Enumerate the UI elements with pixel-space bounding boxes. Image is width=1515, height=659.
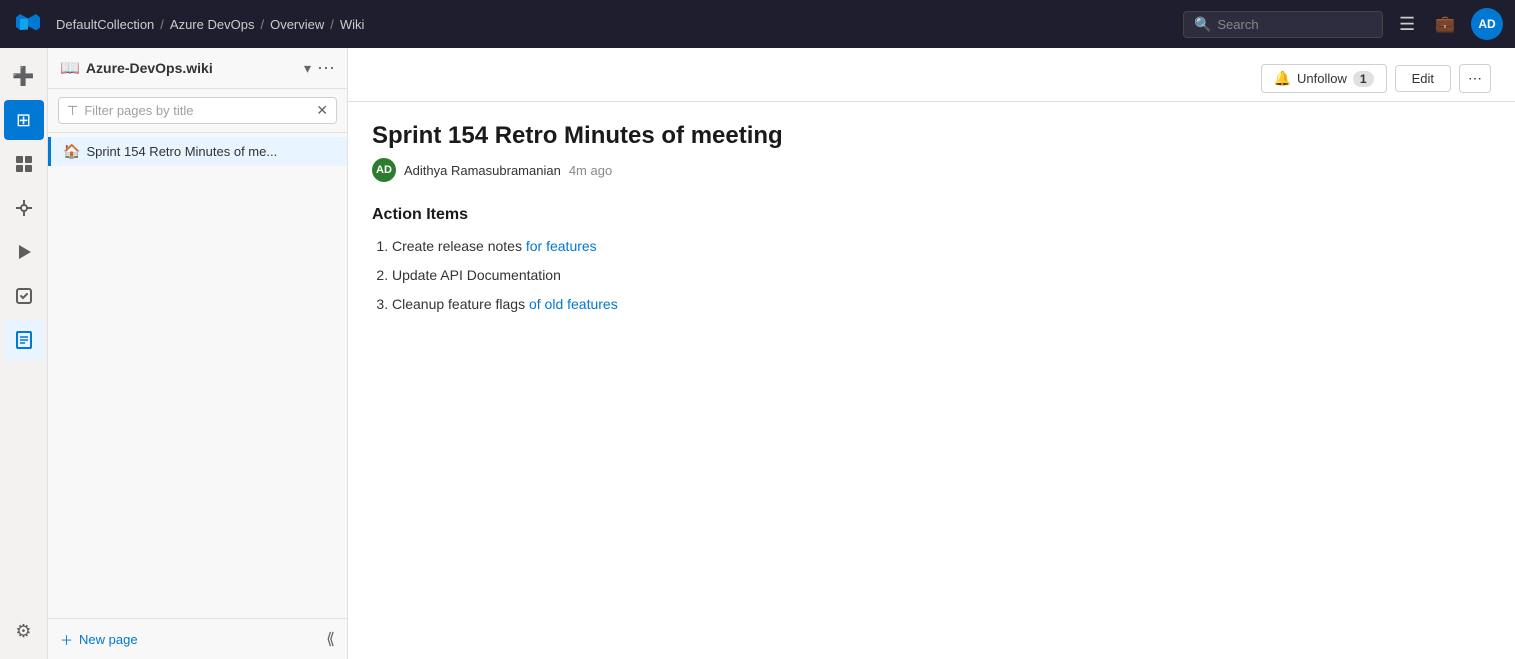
logo[interactable]	[12, 8, 44, 40]
wiki-icon: 📖	[60, 58, 80, 78]
content-header-right: 🔔 Unfollow 1 Edit ⋯	[1261, 64, 1491, 93]
edit-button[interactable]: Edit	[1395, 65, 1451, 92]
filter-icon: ⊤	[67, 103, 78, 119]
page-meta: AD Adithya Ramasubramanian 4m ago	[372, 158, 1491, 182]
breadcrumb-defaultcollection[interactable]: DefaultCollection	[56, 17, 154, 32]
sidebar-more-icon[interactable]: ⋯	[317, 59, 335, 77]
activity-item-wiki[interactable]	[4, 320, 44, 360]
search-icon: 🔍	[1194, 16, 1211, 33]
tree-item-sprint154[interactable]: 🏠 Sprint 154 Retro Minutes of me...	[48, 137, 347, 166]
list-icon[interactable]: ☰	[1395, 10, 1419, 39]
page-title: Sprint 154 Retro Minutes of meeting	[372, 122, 1491, 150]
breadcrumb-sep-2: /	[260, 17, 264, 32]
unfollow-label: Unfollow	[1297, 71, 1347, 86]
action-item-3-link[interactable]: of old features	[529, 296, 618, 312]
activity-item-testplans[interactable]	[4, 276, 44, 316]
action-list: Create release notes for features Update…	[372, 236, 1491, 315]
sidebar-header: 📖 Azure-DevOps.wiki ▾ ⋯	[48, 48, 347, 89]
wiki-chevron-icon[interactable]: ▾	[304, 60, 311, 77]
action-item-1-link[interactable]: for features	[526, 238, 597, 254]
wiki-title: Azure-DevOps.wiki	[86, 60, 298, 76]
unfollow-button[interactable]: 🔔 Unfollow 1	[1261, 64, 1387, 93]
home-icon: 🏠	[63, 143, 80, 160]
breadcrumb-wiki[interactable]: Wiki	[340, 17, 365, 32]
new-page-button[interactable]: ＋ New page	[60, 630, 138, 649]
action-item-2: Update API Documentation	[392, 265, 1491, 286]
activity-item-add[interactable]: ➕	[4, 56, 44, 96]
action-item-1: Create release notes for features	[392, 236, 1491, 257]
filter-input-wrap[interactable]: ⊤ ✕	[58, 97, 337, 124]
follow-count-badge: 1	[1353, 71, 1374, 87]
activity-item-boards[interactable]	[4, 144, 44, 184]
activity-bar: ➕ ⊞ ⚙	[0, 48, 48, 659]
sidebar-filter: ⊤ ✕	[48, 89, 347, 133]
search-input[interactable]	[1217, 17, 1372, 32]
activity-item-repos[interactable]	[4, 188, 44, 228]
time-ago: 4m ago	[569, 163, 612, 178]
sidebar: 📖 Azure-DevOps.wiki ▾ ⋯ ⊤ ✕ 🏠 Sprint 154…	[48, 48, 348, 659]
tree-item-label: Sprint 154 Retro Minutes of me...	[86, 144, 277, 159]
user-avatar[interactable]: AD	[1471, 8, 1503, 40]
bell-icon: 🔔	[1274, 70, 1291, 87]
breadcrumb: DefaultCollection / Azure DevOps / Overv…	[56, 17, 1183, 32]
content-area: 🔔 Unfollow 1 Edit ⋯ Sprint 154 Retro Min…	[348, 48, 1515, 659]
section-heading: Action Items	[372, 206, 1491, 224]
sidebar-tree: 🏠 Sprint 154 Retro Minutes of me...	[48, 133, 347, 618]
search-box[interactable]: 🔍	[1183, 11, 1383, 38]
briefcase-icon[interactable]: 💼	[1431, 10, 1459, 38]
breadcrumb-sep-3: /	[330, 17, 334, 32]
content-body: Sprint 154 Retro Minutes of meeting AD A…	[348, 102, 1515, 343]
sidebar-collapse-icon[interactable]: ⟪	[326, 629, 335, 649]
activity-item-overview[interactable]: ⊞	[4, 100, 44, 140]
filter-input[interactable]	[84, 103, 310, 118]
author-avatar: AD	[372, 158, 396, 182]
breadcrumb-sep-1: /	[160, 17, 164, 32]
sidebar-footer: ＋ New page ⟪	[48, 618, 347, 659]
breadcrumb-overview[interactable]: Overview	[270, 17, 324, 32]
activity-item-pipelines[interactable]	[4, 232, 44, 272]
activity-item-settings[interactable]: ⚙	[4, 611, 44, 651]
main-layout: ➕ ⊞ ⚙ 📖 Azure-DevOps.wiki ▾ ⋯ ⊤	[0, 48, 1515, 659]
topbar-right: 🔍 ☰ 💼 AD	[1183, 8, 1503, 40]
new-page-label: New page	[79, 632, 138, 647]
content-header: 🔔 Unfollow 1 Edit ⋯	[348, 48, 1515, 102]
topbar: DefaultCollection / Azure DevOps / Overv…	[0, 0, 1515, 48]
action-item-3: Cleanup feature flags of old features	[392, 294, 1491, 315]
author-name: Adithya Ramasubramanian	[404, 163, 561, 178]
more-options-button[interactable]: ⋯	[1459, 64, 1491, 93]
new-page-plus-icon: ＋	[60, 630, 73, 649]
breadcrumb-azuredevops[interactable]: Azure DevOps	[170, 17, 255, 32]
filter-clear-icon[interactable]: ✕	[316, 102, 328, 119]
